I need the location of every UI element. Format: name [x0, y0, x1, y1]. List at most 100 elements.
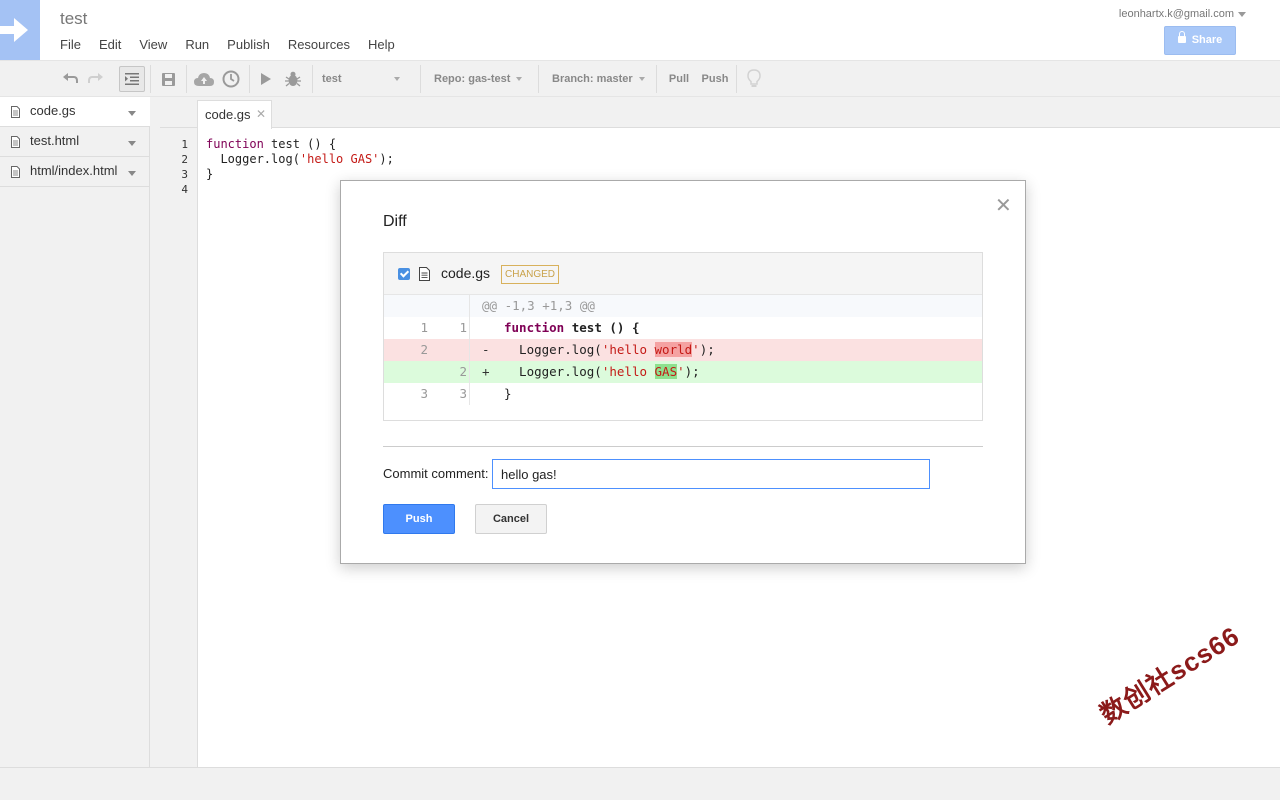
diff-line-text: function test () { [504, 320, 640, 335]
menu-run[interactable]: Run [185, 37, 209, 52]
close-icon[interactable]: ✕ [256, 107, 266, 121]
menu-resources[interactable]: Resources [288, 37, 350, 52]
code-editor[interactable]: function test () { Logger.log('hello GAS… [206, 137, 394, 182]
user-menu-arrow-icon[interactable] [1238, 12, 1246, 17]
app-logo[interactable] [0, 0, 40, 60]
diff-row-deleted: 2 - Logger.log('hello world'); [384, 339, 982, 361]
new-line-number: 3 [428, 383, 470, 405]
close-icon[interactable]: ✕ [995, 193, 1012, 218]
file-name: html/index.html [30, 163, 118, 178]
cloud-deploy-icon[interactable] [193, 61, 215, 97]
toolbar-divider [249, 65, 250, 93]
code-line: function test () { [206, 137, 337, 151]
toolbar-divider [656, 65, 657, 93]
new-line-number [428, 339, 470, 361]
dialog-title: Diff [383, 213, 407, 230]
file-name: test.html [30, 133, 80, 148]
diff-sign: - [482, 342, 490, 357]
menu-edit[interactable]: Edit [99, 37, 121, 52]
diff-file-header: code.gs CHANGED [384, 253, 982, 295]
toolbar: test Repo: gas-test Branch: master Pull … [0, 60, 1280, 97]
file-icon [11, 106, 20, 118]
save-icon[interactable] [158, 61, 178, 97]
undo-icon[interactable] [60, 61, 80, 97]
chevron-down-icon[interactable] [128, 171, 136, 176]
branch-select[interactable]: Branch: master [552, 61, 652, 97]
diff-sign: + [482, 364, 490, 379]
diff-line-text: Logger.log('hello GAS'); [504, 364, 700, 379]
function-select-value: test [322, 73, 342, 85]
indent-toggle-button[interactable] [119, 66, 145, 92]
diff-panel: code.gs CHANGED @@ -1,3 +1,3 @@ 1 1 func… [383, 252, 983, 421]
line-number: 2 [181, 153, 188, 166]
old-line-number: 1 [420, 320, 428, 335]
menu-publish[interactable]: Publish [227, 37, 270, 52]
diff-row: 3 3 } [384, 383, 982, 405]
commit-comment-input[interactable] [492, 459, 930, 489]
commit-comment-label: Commit comment: [383, 466, 489, 481]
push-button[interactable]: Push [383, 504, 455, 534]
arrow-logo-icon [0, 18, 28, 42]
chevron-down-icon[interactable] [128, 141, 136, 146]
code-line: Logger.log('hello GAS'); [206, 152, 394, 166]
chevron-down-icon [516, 77, 523, 81]
chevron-down-icon[interactable] [128, 111, 136, 116]
debug-bug-icon[interactable] [282, 61, 304, 97]
repo-select-value: Repo: gas-test [434, 73, 511, 85]
menu-view[interactable]: View [139, 37, 167, 52]
file-name: code.gs [30, 103, 76, 118]
repo-select[interactable]: Repo: gas-test [434, 61, 532, 97]
file-icon [11, 136, 20, 148]
pull-button[interactable]: Pull [667, 61, 691, 97]
line-number-gutter: 1 2 3 4 [160, 128, 198, 767]
toolbar-divider [538, 65, 539, 93]
chevron-down-icon [638, 77, 645, 81]
user-email[interactable]: leonhartx.k@gmail.com [1119, 8, 1234, 20]
header: test File Edit View Run Publish Resource… [0, 0, 1280, 60]
cancel-button[interactable]: Cancel [475, 504, 547, 534]
diff-row-added: 2 + Logger.log('hello GAS'); [384, 361, 982, 383]
chevron-down-icon [393, 77, 400, 81]
lock-icon [1177, 31, 1186, 43]
toolbar-divider [736, 65, 737, 93]
new-line-number: 2 [428, 361, 470, 383]
push-toolbar-button[interactable]: Push [700, 61, 730, 97]
menu-file[interactable]: File [60, 37, 81, 52]
function-select[interactable]: test [322, 61, 412, 97]
line-number: 4 [181, 183, 188, 196]
sidebar-splitter[interactable] [150, 97, 160, 767]
file-item-test-html[interactable]: test.html [0, 127, 150, 157]
triggers-clock-icon[interactable] [220, 61, 242, 97]
project-title[interactable]: test [60, 9, 87, 29]
share-label: Share [1191, 34, 1223, 46]
file-item-html-index[interactable]: html/index.html [0, 157, 150, 187]
menu-bar: File Edit View Run Publish Resources Hel… [60, 37, 413, 52]
hunk-text: @@ -1,3 +1,3 @@ [482, 298, 595, 313]
indent-icon [125, 73, 139, 85]
diff-line-text: } [504, 386, 512, 401]
toolbar-divider [420, 65, 421, 93]
share-button[interactable]: Share [1164, 26, 1236, 55]
file-item-code-gs[interactable]: code.gs [0, 97, 150, 127]
toolbar-divider [186, 65, 187, 93]
branch-select-value: Branch: master [552, 73, 633, 85]
file-sidebar: code.gs test.html html/index.html [0, 97, 150, 767]
status-bar [0, 767, 1280, 800]
include-file-checkbox[interactable] [398, 268, 410, 280]
diff-hunk-header: @@ -1,3 +1,3 @@ [384, 295, 982, 317]
new-line-number: 1 [428, 317, 470, 339]
old-line-number: 3 [420, 386, 428, 401]
lightbulb-icon[interactable] [745, 61, 763, 97]
line-number: 1 [181, 138, 188, 151]
dialog-divider [383, 446, 983, 447]
menu-help[interactable]: Help [368, 37, 395, 52]
file-icon [419, 267, 430, 281]
tab-label: code.gs [205, 107, 251, 122]
diff-file-name: code.gs [441, 265, 491, 281]
line-number: 3 [181, 168, 188, 181]
redo-icon[interactable] [86, 61, 106, 97]
diff-dialog: Diff ✕ code.gs CHANGED @@ -1,3 +1,3 @@ 1… [340, 180, 1026, 564]
run-play-icon[interactable] [257, 61, 275, 97]
tab-code-gs[interactable]: code.gs ✕ [197, 100, 272, 129]
toolbar-divider [150, 65, 151, 93]
